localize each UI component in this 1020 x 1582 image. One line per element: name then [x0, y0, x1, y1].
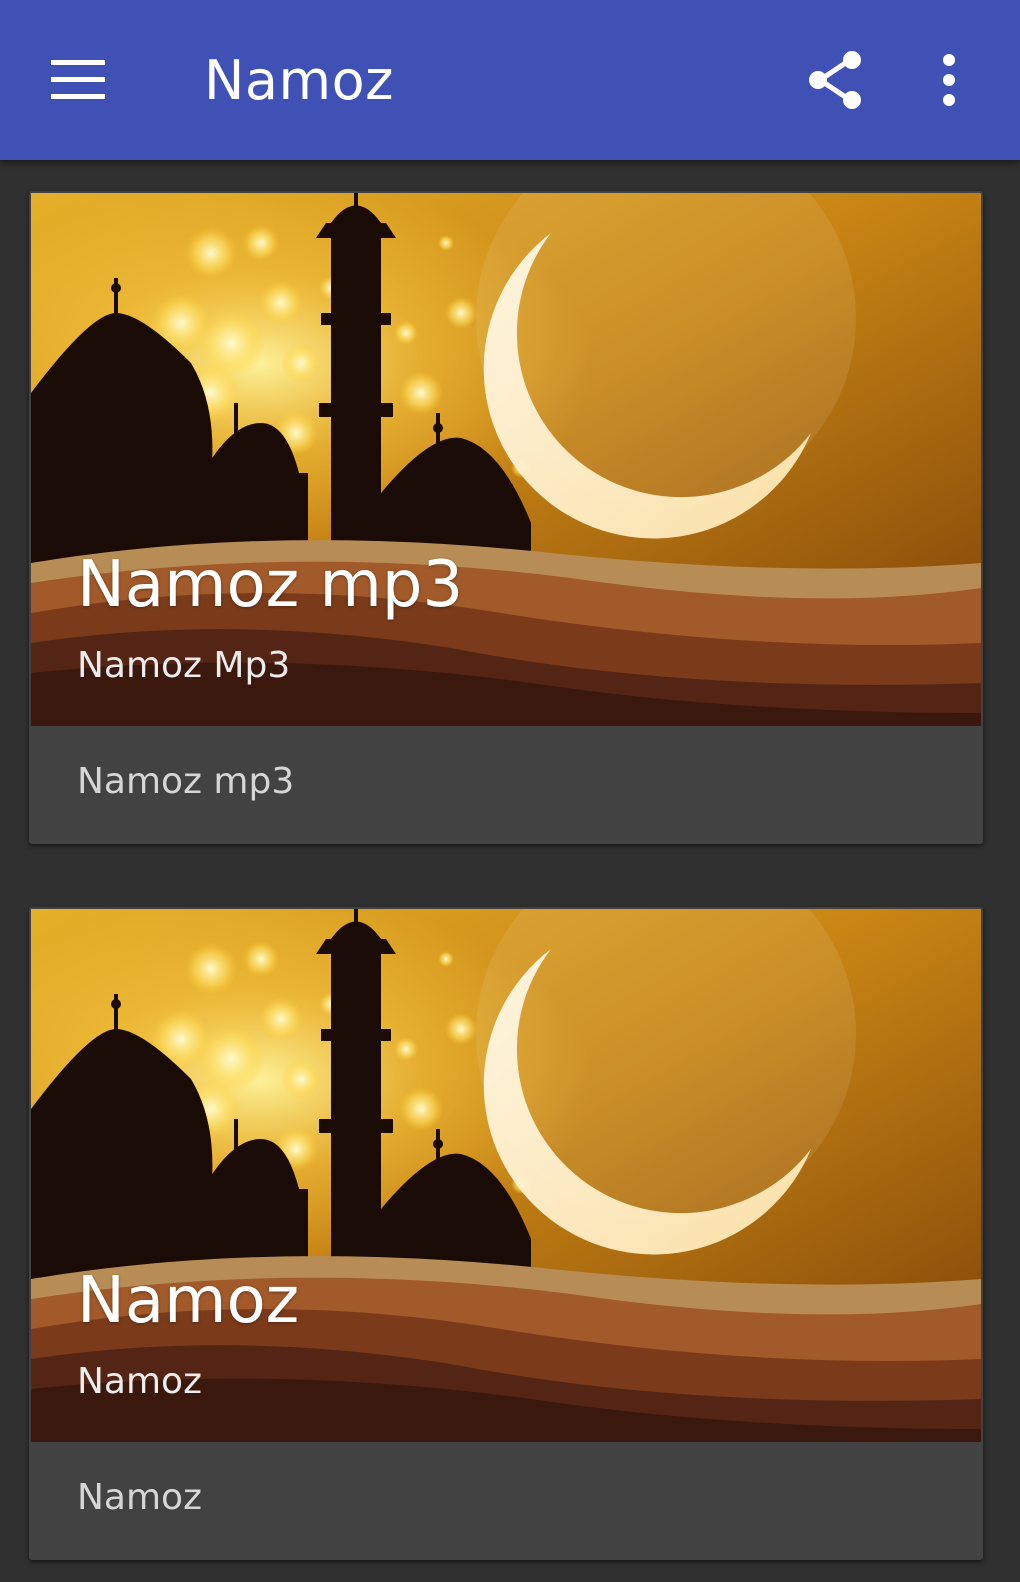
card-supporting-text: Namoz	[77, 1477, 202, 1518]
app-bar: Namoz	[0, 0, 1020, 160]
share-icon	[809, 51, 861, 109]
card-subhead: Namoz Mp3	[77, 645, 291, 686]
card-namoz-mp3[interactable]: Namoz mp3 Namoz Mp3 Namoz mp3	[29, 191, 983, 844]
card-subhead: Namoz	[77, 1361, 202, 1402]
menu-button[interactable]	[36, 42, 122, 118]
more-options-button[interactable]	[916, 40, 982, 120]
card-headline: Namoz	[77, 1264, 300, 1338]
card-image: Namoz Namoz	[31, 909, 981, 1442]
card-image: Namoz mp3 Namoz Mp3	[31, 193, 981, 726]
app-title: Namoz	[204, 49, 394, 112]
card-headline: Namoz mp3	[77, 548, 464, 622]
more-vert-icon	[943, 54, 955, 106]
menu-icon	[51, 60, 105, 99]
share-button[interactable]	[796, 40, 876, 120]
card-namoz[interactable]: Namoz Namoz Namoz	[29, 907, 983, 1560]
card-supporting-text: Namoz mp3	[77, 761, 295, 802]
